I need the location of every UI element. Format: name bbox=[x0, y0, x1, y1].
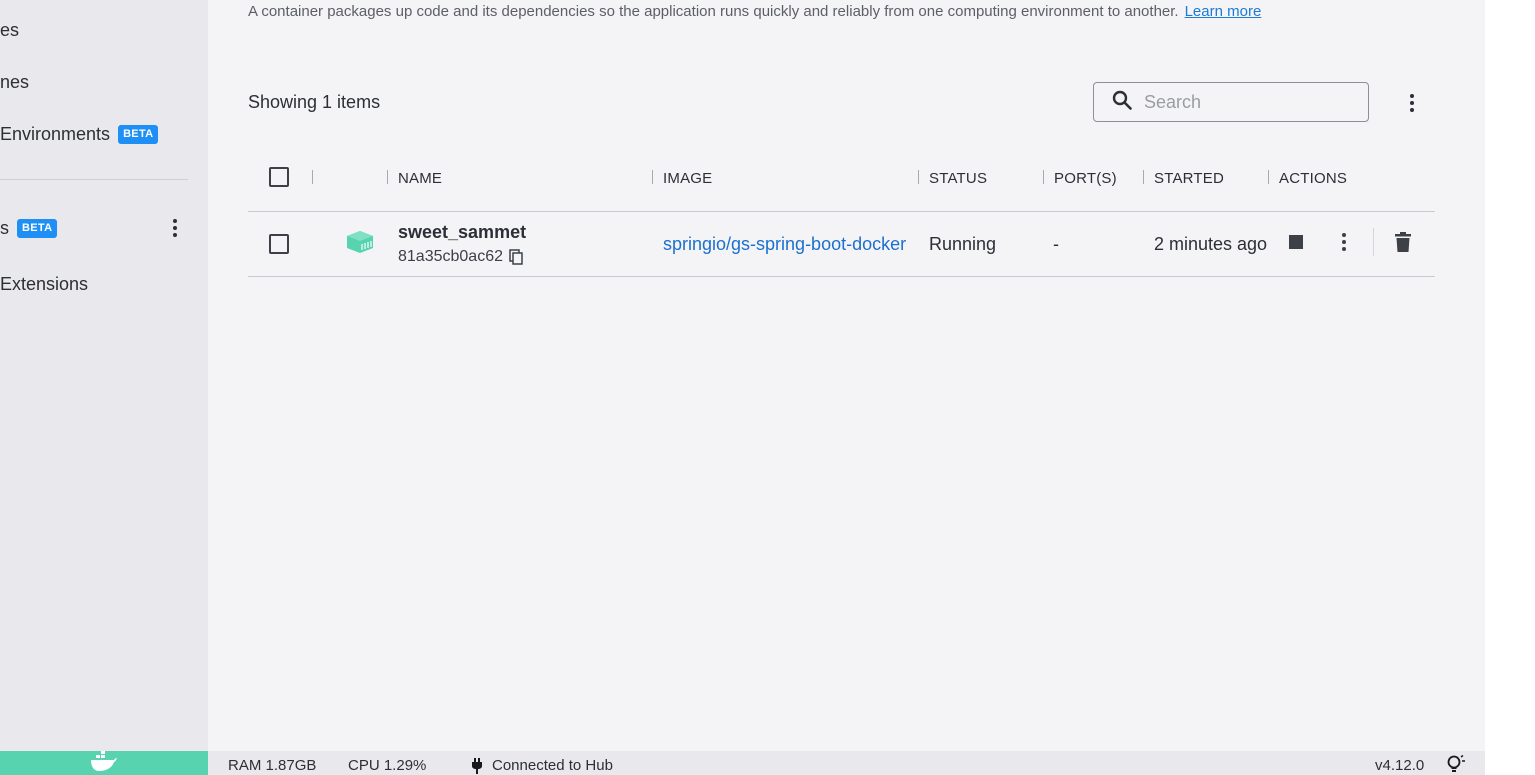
ports-text: - bbox=[1053, 234, 1059, 254]
sidebar-item-add-extensions[interactable]: Extensions bbox=[0, 264, 88, 304]
cpu-usage: CPU 1.29% bbox=[348, 757, 427, 774]
stop-icon bbox=[1289, 234, 1303, 254]
copy-icon[interactable] bbox=[509, 249, 523, 265]
version-text: v4.12.0 bbox=[1375, 757, 1425, 774]
container-id-text: 81a35cb0ac62 bbox=[398, 248, 503, 265]
status-text: Running bbox=[929, 234, 997, 254]
sidebar: es nes Environments BETA s BETA Extensio… bbox=[0, 0, 208, 751]
column-header-started[interactable]: STARTED bbox=[1154, 170, 1224, 187]
kebab-icon[interactable] bbox=[1401, 90, 1423, 116]
column-separator bbox=[918, 170, 919, 184]
hub-status[interactable]: Connected to Hub bbox=[471, 757, 613, 774]
engine-status[interactable] bbox=[0, 751, 208, 775]
ram-usage: RAM 1.87GB bbox=[228, 757, 317, 774]
sidebar-item-dev-environments[interactable]: Environments BETA bbox=[0, 114, 159, 154]
docker-desktop-window: es nes Environments BETA s BETA Extensio… bbox=[0, 0, 1485, 775]
beta-badge: BETA bbox=[118, 124, 159, 144]
stop-button[interactable] bbox=[1284, 232, 1308, 256]
sidebar-item-label: s bbox=[0, 217, 9, 238]
search-box[interactable] bbox=[1093, 82, 1369, 122]
column-separator bbox=[1143, 170, 1144, 184]
action-divider bbox=[1373, 228, 1374, 256]
description-text: A container packages up code and its dep… bbox=[248, 3, 1179, 20]
column-header-name[interactable]: NAME bbox=[398, 170, 442, 187]
sidebar-item-images[interactable]: es bbox=[0, 10, 19, 50]
sidebar-item-volumes[interactable]: nes bbox=[0, 62, 29, 102]
kebab-icon[interactable] bbox=[165, 216, 185, 240]
status-bar: RAM 1.87GB CPU 1.29% Connected to Hub v4… bbox=[0, 751, 1485, 775]
column-header-ports[interactable]: PORT(S) bbox=[1054, 170, 1117, 187]
search-icon bbox=[1112, 90, 1132, 115]
search-input[interactable] bbox=[1144, 91, 1344, 113]
delete-icon bbox=[1395, 231, 1411, 257]
page-description: A container packages up code and its dep… bbox=[248, 3, 1261, 20]
sidebar-item-label: Environments bbox=[0, 123, 111, 144]
sidebar-item-label: es bbox=[0, 19, 20, 40]
started-text: 2 minutes ago bbox=[1154, 234, 1268, 254]
column-separator bbox=[312, 170, 313, 184]
column-header-status[interactable]: STATUS bbox=[929, 170, 987, 187]
delete-button[interactable] bbox=[1391, 231, 1415, 257]
hub-status-text: Connected to Hub bbox=[492, 757, 613, 774]
column-separator bbox=[652, 170, 653, 184]
blank-area bbox=[1485, 0, 1535, 775]
column-separator bbox=[1043, 170, 1044, 184]
sidebar-item-label: Extensions bbox=[0, 273, 89, 294]
row-menu-button[interactable] bbox=[1332, 232, 1356, 256]
kebab-icon bbox=[1342, 232, 1346, 256]
sidebar-item-extensions-beta[interactable]: s BETA bbox=[0, 208, 58, 248]
container-id: 81a35cb0ac62 bbox=[398, 248, 523, 266]
column-separator bbox=[387, 170, 388, 184]
header-divider bbox=[248, 211, 1435, 212]
container-name[interactable]: sweet_sammet bbox=[398, 222, 526, 243]
row-checkbox[interactable] bbox=[269, 234, 289, 254]
column-separator bbox=[1268, 170, 1269, 184]
image-link[interactable]: springio/gs-spring-boot-docker bbox=[663, 234, 906, 255]
column-header-image[interactable]: IMAGE bbox=[663, 170, 712, 187]
items-count: Showing 1 items bbox=[248, 92, 381, 112]
plug-icon bbox=[471, 757, 483, 774]
whale-icon bbox=[90, 751, 118, 775]
learn-more-link[interactable]: Learn more bbox=[1185, 3, 1262, 20]
row-divider bbox=[248, 276, 1435, 277]
sidebar-item-label: nes bbox=[0, 71, 30, 92]
select-all-checkbox[interactable] bbox=[269, 167, 289, 187]
bulb-icon[interactable] bbox=[1446, 755, 1466, 773]
beta-badge: BETA bbox=[17, 218, 58, 238]
column-header-actions: ACTIONS bbox=[1279, 170, 1348, 187]
sidebar-divider bbox=[0, 179, 188, 180]
container-icon bbox=[346, 230, 374, 259]
